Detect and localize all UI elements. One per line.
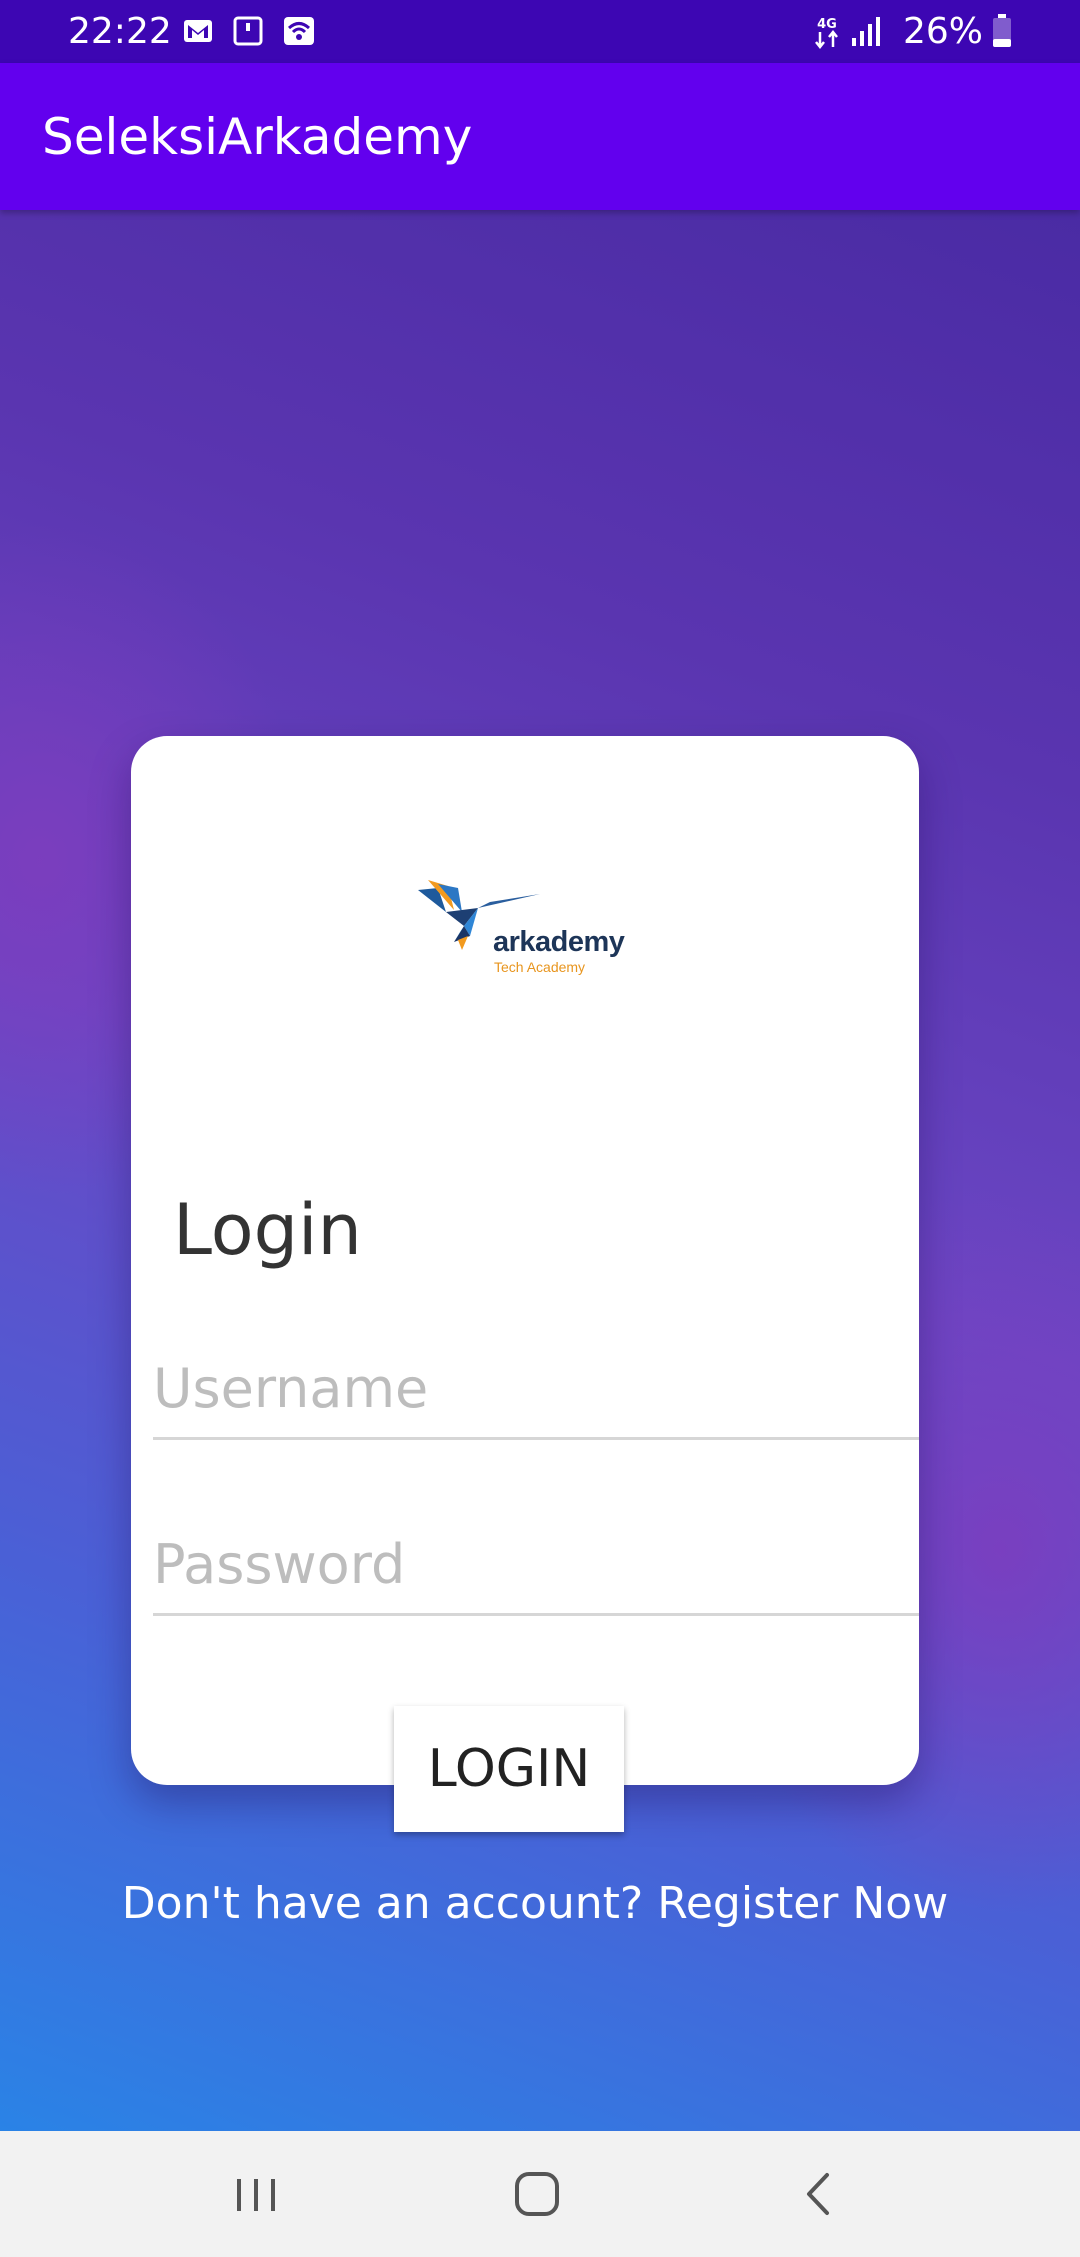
gmail-icon — [184, 20, 212, 42]
password-input[interactable] — [153, 1516, 919, 1616]
battery-percentage: 26% — [903, 11, 984, 52]
home-icon[interactable] — [502, 2161, 572, 2227]
battery-icon — [993, 14, 1011, 47]
username-input[interactable] — [153, 1340, 919, 1440]
recents-icon[interactable] — [221, 2161, 291, 2227]
login-card: arkademy Tech Academy Login — [131, 736, 919, 1785]
svg-text:4G: 4G — [817, 17, 837, 32]
login-button[interactable]: LOGIN — [394, 1706, 624, 1832]
status-bar: 22:22 4G 26% — [0, 0, 1080, 63]
arkademy-logo: arkademy Tech Academy — [418, 880, 638, 980]
back-icon[interactable] — [783, 2161, 853, 2227]
app-bar: SeleksiArkademy — [0, 63, 1080, 210]
register-link[interactable]: Don't have an account? Register Now — [0, 1874, 1070, 1934]
login-screen: 22:22 4G 26% SeleksiArkademy arkademy Te… — [0, 0, 1080, 2257]
notification-icon — [233, 16, 263, 46]
wifi-calling-icon — [284, 17, 314, 45]
status-time: 22:22 — [68, 11, 172, 52]
content-area: arkademy Tech Academy Login LOGIN Don't … — [0, 210, 1080, 2131]
app-title: SeleksiArkademy — [42, 108, 473, 166]
login-heading: Login — [173, 1189, 362, 1271]
logo-tagline: Tech Academy — [494, 959, 586, 975]
signal-icon — [852, 17, 880, 46]
network-4g-icon: 4G — [815, 17, 838, 50]
logo-wordmark: arkademy — [493, 926, 625, 958]
navigation-bar — [0, 2131, 1080, 2257]
